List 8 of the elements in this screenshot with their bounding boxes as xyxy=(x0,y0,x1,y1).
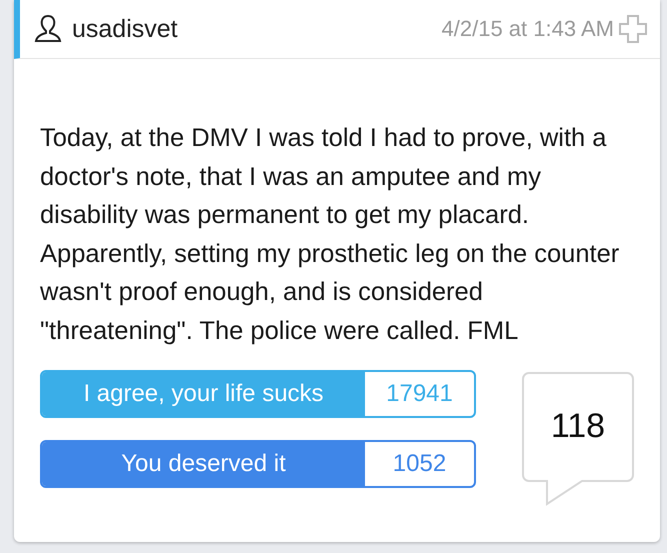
plus-icon[interactable] xyxy=(618,14,648,44)
user-icon xyxy=(34,14,62,44)
vote-button[interactable]: You deserved it 1052 xyxy=(40,440,476,488)
comment-count-button[interactable]: 118 xyxy=(522,372,634,506)
vote-button[interactable]: I agree, your life sucks 17941 xyxy=(40,370,476,418)
post-text: Today, at the DMV I was told I had to prove, with a doctor's note, that I was an amputee and my disability was permanent to get my placard. Apparently, setting my prosthetic leg on the counter wasn't proof enough, and is considered "threatening". The police were called. FML xyxy=(39,123,620,346)
timestamp: 4/2/15 at 1:43 AM xyxy=(442,16,614,42)
author-name: usadisvet xyxy=(72,14,179,44)
